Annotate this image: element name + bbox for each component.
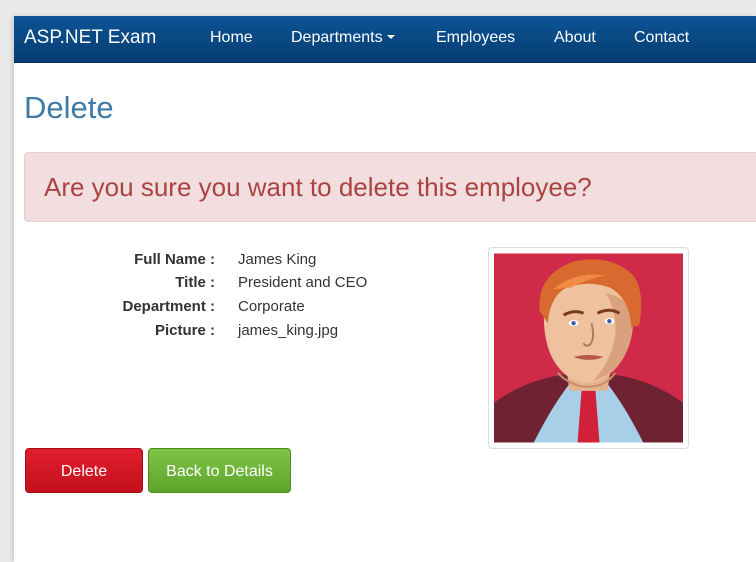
picture-value: james_king.jpg	[238, 322, 339, 339]
nav-departments-label: Departments	[291, 29, 383, 46]
confirmation-alert: Are you sure you want to delete this emp…	[24, 152, 756, 222]
picture-label: Picture :	[154, 322, 215, 339]
navbar: ASP.NET Exam Home Departments Employees …	[14, 16, 756, 63]
caret-down-icon	[386, 34, 395, 39]
employee-portrait-illustration	[494, 253, 683, 443]
brand-link[interactable]: ASP.NET Exam	[24, 24, 156, 52]
nav-about[interactable]: About	[554, 27, 596, 49]
full-name-value: James King	[238, 251, 317, 268]
page-title: Delete	[24, 90, 114, 125]
delete-button[interactable]: Delete	[25, 448, 143, 493]
title-label: Title :	[175, 274, 215, 291]
browser-frame: ASP.NET Exam Home Departments Employees …	[14, 16, 756, 562]
department-label: Department :	[122, 298, 215, 315]
nav-departments-dropdown[interactable]: Departments	[291, 27, 395, 49]
nav-contact[interactable]: Contact	[634, 27, 689, 49]
employee-portrait	[488, 247, 689, 449]
nav-home[interactable]: Home	[210, 27, 253, 49]
department-value: Corporate	[238, 298, 305, 315]
back-to-details-button[interactable]: Back to Details	[148, 448, 291, 493]
confirmation-message: Are you sure you want to delete this emp…	[44, 172, 592, 202]
title-value: President and CEO	[238, 274, 368, 291]
nav-employees[interactable]: Employees	[436, 27, 515, 49]
full-name-label: Full Name :	[134, 251, 215, 268]
